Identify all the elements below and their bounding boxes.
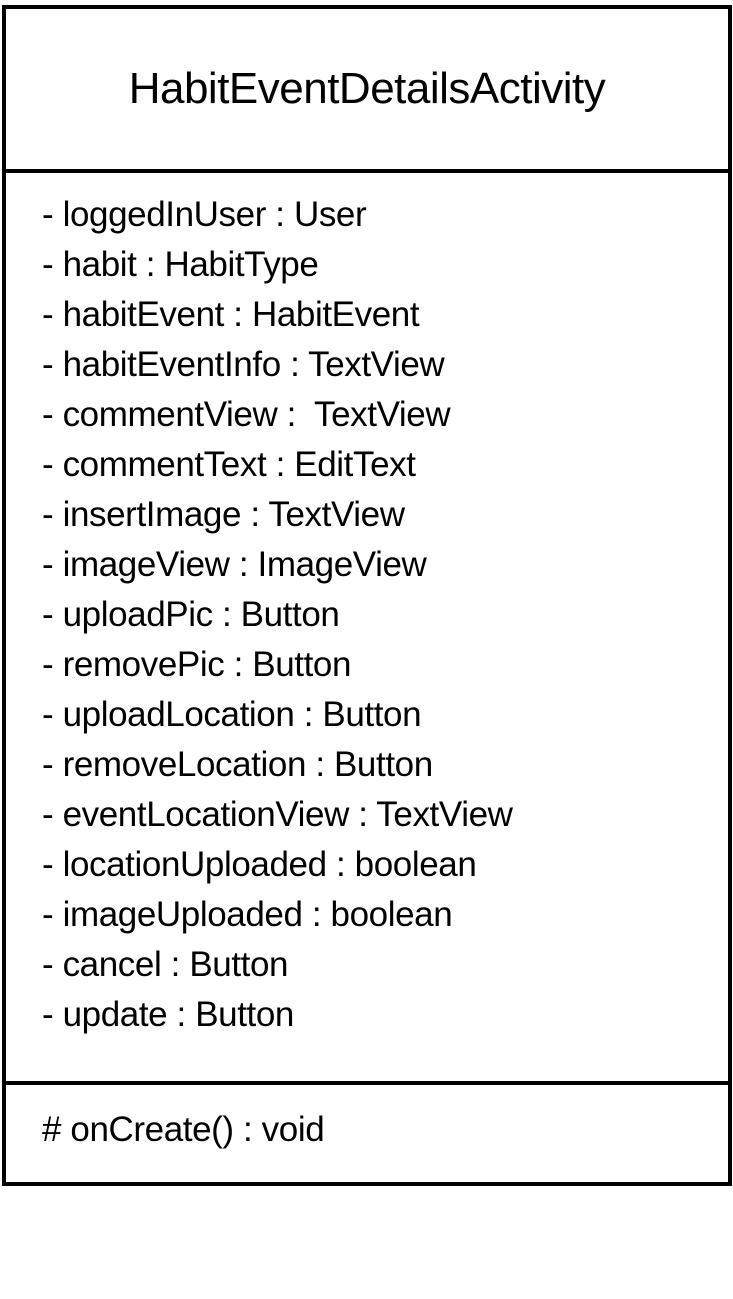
- attribute-update: - update : Button: [42, 995, 294, 1034]
- class-name-compartment: HabitEventDetailsActivity: [6, 9, 728, 173]
- attribute-habit: - habit : HabitType: [42, 245, 319, 284]
- attribute-comment-view: - commentView : TextView: [42, 395, 451, 434]
- uml-class-box: HabitEventDetailsActivity - loggedInUser…: [2, 5, 732, 1186]
- attribute-remove-location: - removeLocation : Button: [42, 745, 433, 784]
- attribute-event-location-view: - eventLocationView : TextView: [42, 795, 513, 834]
- attributes-compartment: - loggedInUser : User - habit : HabitTyp…: [6, 173, 728, 1085]
- class-name: HabitEventDetailsActivity: [128, 64, 606, 113]
- attribute-comment-text: - commentText : EditText: [42, 445, 416, 484]
- attribute-logged-in-user: - loggedInUser : User: [42, 195, 367, 234]
- attribute-location-uploaded: - locationUploaded : boolean: [42, 845, 477, 884]
- attribute-habit-event: - habitEvent : HabitEvent: [42, 295, 420, 334]
- attribute-habit-event-info: - habitEventInfo : TextView: [42, 345, 445, 384]
- operation-on-create: # onCreate() : void: [42, 1110, 325, 1149]
- attribute-cancel: - cancel : Button: [42, 945, 289, 984]
- attribute-upload-pic: - uploadPic : Button: [42, 595, 340, 634]
- attribute-insert-image: - insertImage : TextView: [42, 495, 405, 534]
- attribute-image-uploaded: - imageUploaded : boolean: [42, 895, 453, 934]
- attribute-remove-pic: - removePic : Button: [42, 645, 352, 684]
- attribute-image-view: - imageView : ImageView: [42, 545, 427, 584]
- attribute-upload-location: - uploadLocation : Button: [42, 695, 422, 734]
- operations-compartment: # onCreate() : void: [6, 1085, 728, 1182]
